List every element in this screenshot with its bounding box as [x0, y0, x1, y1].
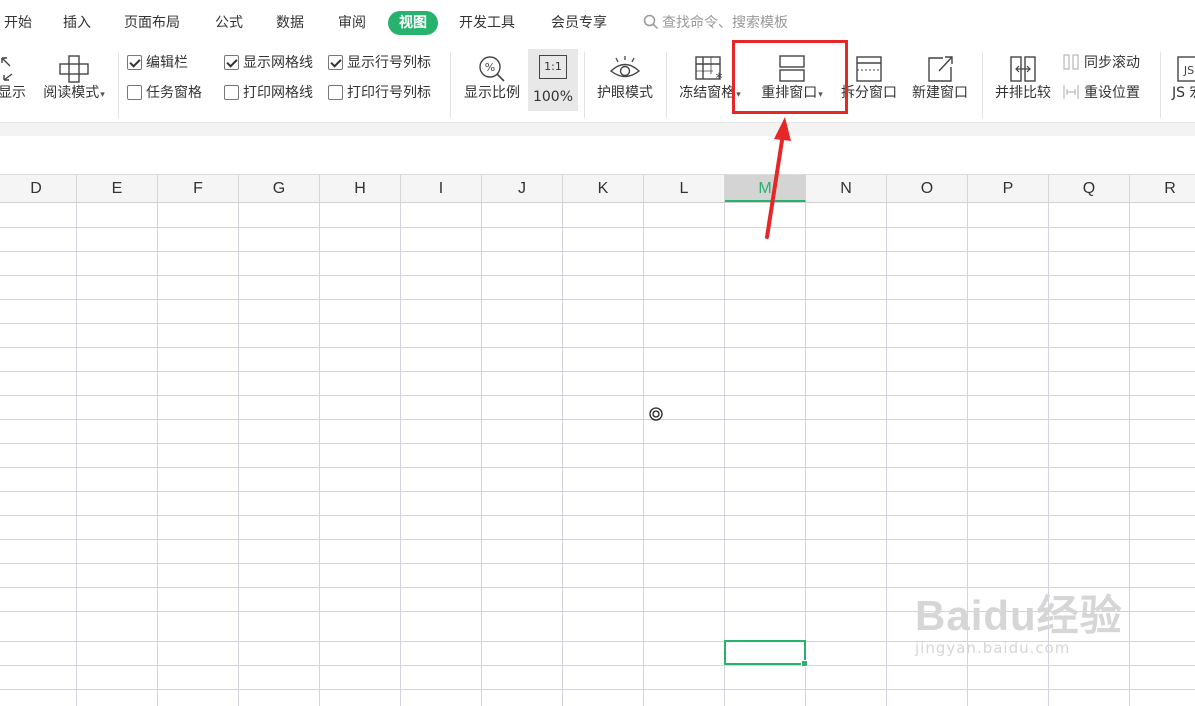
- column-header-row: D E F G H I J K L M N O P Q R: [0, 175, 1195, 203]
- freeze-panes-label: 冻结窗格: [679, 85, 736, 101]
- column-header-h[interactable]: H: [320, 175, 401, 202]
- print-gridlines-checkbox[interactable]: 打印网格线: [224, 84, 313, 102]
- eye-mode-label: 护眼模式: [597, 85, 653, 101]
- js-macro-icon: JS: [1177, 56, 1195, 82]
- checkbox-label: 编辑栏: [146, 55, 188, 71]
- reset-position-icon: [1063, 85, 1079, 99]
- checkbox-checked: [127, 55, 142, 70]
- svg-text:JS: JS: [1183, 64, 1194, 77]
- chevron-down-icon: ▾: [100, 90, 105, 100]
- crosshair-grid-icon: [59, 55, 89, 83]
- reading-mode-button[interactable]: 阅读模式▾: [38, 54, 110, 104]
- column-header-k[interactable]: K: [563, 175, 644, 202]
- zoom-icon: %: [479, 56, 505, 82]
- watermark-brand: Baidu经验: [915, 592, 1123, 639]
- js-macro-button[interactable]: JS JS 宏: [1168, 54, 1195, 102]
- tab-membership[interactable]: 会员专享: [551, 13, 607, 33]
- checkbox-label: 显示行号列标: [347, 55, 431, 71]
- svg-text:*: *: [716, 71, 723, 84]
- side-by-side-label: 并排比较: [995, 85, 1051, 101]
- new-window-label: 新建窗口: [912, 85, 968, 101]
- print-headings-checkbox[interactable]: 打印行号列标: [328, 84, 431, 102]
- compare-icon: [1010, 56, 1036, 82]
- sync-scroll-label: 同步滚动: [1084, 55, 1140, 71]
- split-window-icon: [856, 56, 882, 82]
- task-pane-checkbox[interactable]: 任务窗格: [127, 84, 202, 102]
- tab-developer[interactable]: 开发工具: [459, 13, 515, 33]
- formula-bar[interactable]: [0, 136, 1195, 175]
- zoom-label: 显示比例: [464, 85, 520, 101]
- command-search[interactable]: 查找命令、搜索模板: [643, 13, 788, 33]
- checkbox-label: 打印网格线: [243, 85, 313, 101]
- checkbox-unchecked: [224, 85, 239, 100]
- checkbox-unchecked: [127, 85, 142, 100]
- one-to-one-icon: 1:1: [539, 55, 567, 79]
- side-by-side-button[interactable]: 并排比较: [990, 54, 1056, 102]
- divider: [118, 52, 119, 118]
- cursor-icon: [649, 407, 663, 421]
- zoom-button[interactable]: % 显示比例: [458, 54, 526, 102]
- display-label: 显示: [0, 85, 26, 101]
- ribbon-bottom-border: [0, 122, 1195, 136]
- search-icon: [643, 14, 659, 30]
- column-header-l[interactable]: L: [644, 175, 725, 202]
- column-header-d[interactable]: D: [0, 175, 77, 202]
- eye-mode-button[interactable]: 护眼模式: [592, 54, 658, 102]
- column-header-e[interactable]: E: [77, 175, 158, 202]
- divider: [982, 52, 983, 118]
- column-header-o[interactable]: O: [887, 175, 968, 202]
- checkbox-label: 显示网格线: [243, 55, 313, 71]
- column-header-f[interactable]: F: [158, 175, 239, 202]
- column-header-i[interactable]: I: [401, 175, 482, 202]
- search-placeholder: 查找命令、搜索模板: [662, 15, 788, 31]
- column-header-j[interactable]: J: [482, 175, 563, 202]
- tab-view[interactable]: 视图: [388, 11, 438, 35]
- tab-page-layout[interactable]: 页面布局: [124, 13, 180, 33]
- divider: [666, 52, 667, 118]
- menu-bar: 开始 插入 页面布局 公式 数据 审阅 视图 开发工具 会员专享 查找命令、搜索…: [0, 0, 1195, 46]
- tab-review[interactable]: 审阅: [338, 13, 366, 33]
- checkbox-checked: [224, 55, 239, 70]
- new-window-button[interactable]: 新建窗口: [906, 54, 974, 102]
- tab-home[interactable]: 开始: [4, 13, 32, 33]
- sync-scroll-button[interactable]: 同步滚动: [1062, 54, 1140, 72]
- spreadsheet-app: { "menu": { "tabs": ["开始", "插入", "页面布局",…: [0, 0, 1195, 706]
- baidu-watermark: Baidu经验 jingyan.baidu.com: [915, 582, 1123, 657]
- svg-text:%: %: [485, 61, 495, 74]
- divider: [1160, 52, 1161, 118]
- freeze-panes-icon: *: [695, 56, 723, 84]
- reading-mode-label: 阅读模式: [43, 85, 100, 101]
- tab-data[interactable]: 数据: [276, 13, 304, 33]
- tab-formulas[interactable]: 公式: [215, 13, 243, 33]
- column-header-r[interactable]: R: [1130, 175, 1195, 202]
- active-cell[interactable]: [724, 640, 808, 667]
- column-header-p[interactable]: P: [968, 175, 1049, 202]
- column-header-g[interactable]: G: [239, 175, 320, 202]
- column-header-n[interactable]: N: [806, 175, 887, 202]
- display-button[interactable]: 显示: [0, 54, 32, 102]
- checkbox-unchecked: [328, 85, 343, 100]
- zoom-100-button[interactable]: 1:1 100%: [528, 49, 578, 111]
- eye-icon: [609, 56, 641, 78]
- tab-insert[interactable]: 插入: [63, 13, 91, 33]
- sync-scroll-icon: [1063, 54, 1079, 70]
- divider: [584, 52, 585, 118]
- js-macro-label: JS 宏: [1172, 85, 1195, 101]
- show-headings-checkbox[interactable]: 显示行号列标: [328, 54, 431, 72]
- column-header-m[interactable]: M: [725, 175, 806, 202]
- reset-position-button[interactable]: 重设位置: [1062, 84, 1140, 102]
- divider: [450, 52, 451, 118]
- expand-icon: [1, 57, 13, 81]
- new-window-icon: [928, 56, 953, 82]
- zoom-100-label: 100%: [532, 89, 574, 105]
- column-header-q[interactable]: Q: [1049, 175, 1130, 202]
- view-ribbon: 显示 阅读模式▾ 编辑栏 任务窗格 显示网格线 打印网格线 显示行号列标 打印行…: [0, 46, 1195, 122]
- checkbox-label: 打印行号列标: [347, 85, 431, 101]
- checkbox-checked: [328, 55, 343, 70]
- highlight-box: [732, 40, 848, 114]
- show-gridlines-checkbox[interactable]: 显示网格线: [224, 54, 313, 72]
- formula-bar-checkbox[interactable]: 编辑栏: [127, 54, 188, 72]
- reset-position-label: 重设位置: [1084, 85, 1140, 101]
- checkbox-label: 任务窗格: [146, 85, 202, 101]
